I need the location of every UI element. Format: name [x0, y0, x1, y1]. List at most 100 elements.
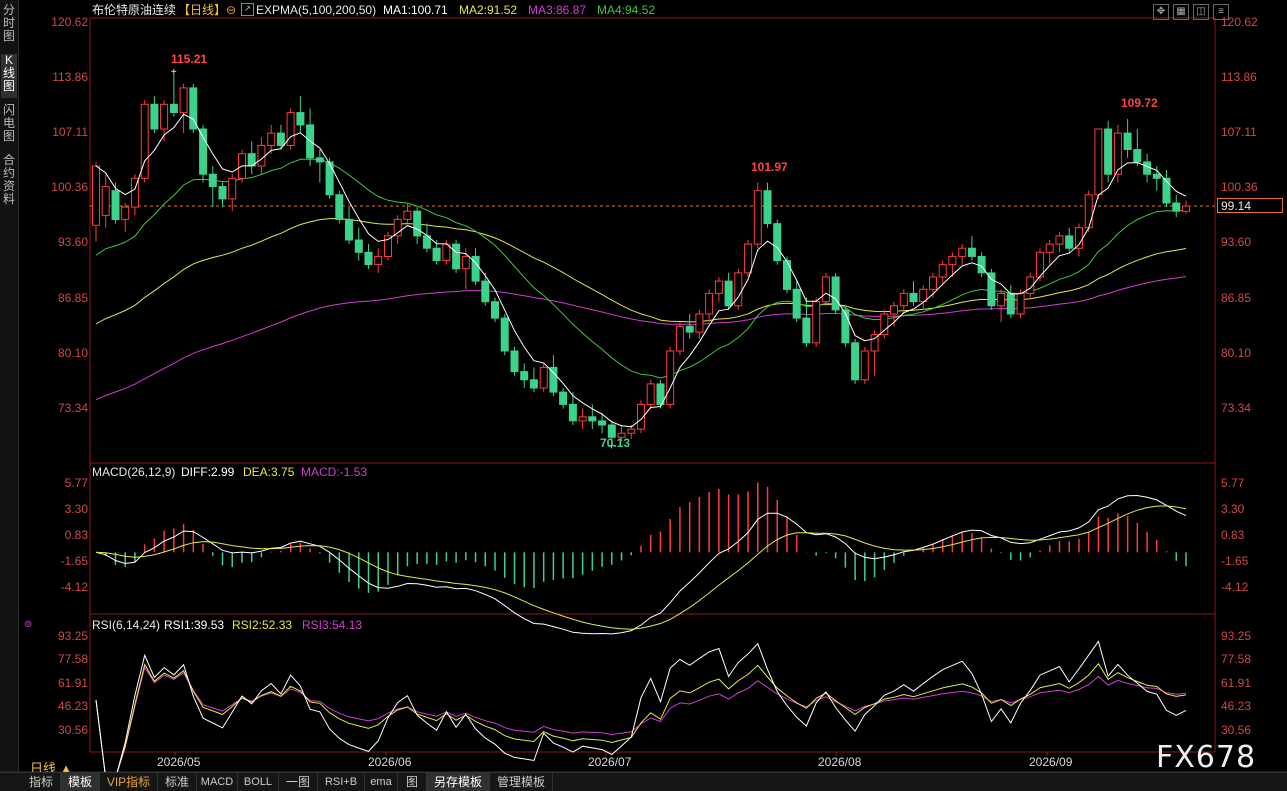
candle [529, 379, 538, 389]
price-axis-label: 93.60 [1221, 235, 1252, 250]
macd-axis-label: 3.30 [1221, 502, 1245, 516]
candle [705, 292, 714, 315]
price-axis-label: 120.62 [1221, 15, 1258, 29]
candle [675, 325, 684, 352]
macd-axis-label: 5.77 [1221, 476, 1245, 490]
ma3-label: MA3:86.87 [528, 3, 587, 17]
rsi2-label: RSI2:52.33 [232, 618, 293, 632]
tab-save-template[interactable]: 另存模板 [427, 773, 490, 791]
candle [121, 206, 130, 220]
candle [802, 317, 811, 344]
macd-axis-label: 3.30 [64, 502, 88, 516]
settings-icon[interactable]: ⊖ [226, 3, 236, 17]
price-axis-label: 80.10 [1221, 345, 1252, 360]
layout-icon[interactable]: ◫ [1193, 4, 1209, 20]
expma-label: EXPMA(5,100,200,50) [256, 3, 377, 17]
macd-axis-label: -4.12 [1221, 580, 1249, 594]
candle [909, 292, 918, 303]
macd-title: MACD(26,12,9) [92, 465, 176, 479]
candle [150, 103, 159, 130]
chart-canvas[interactable]: ++ [0, 0, 1287, 772]
peak-label-september: 109.72 [1121, 96, 1158, 110]
candle [821, 276, 830, 303]
candle [539, 366, 548, 389]
candle [958, 247, 967, 257]
ma2-label: MA2:91.52 [459, 3, 518, 17]
price-axis-label: 100.36 [1221, 180, 1258, 195]
candle [559, 391, 568, 405]
macd-dea: DEA:3.75 [243, 465, 295, 479]
peak-label-july: 101.97 [751, 160, 788, 174]
rsi-axis-label: 93.25 [57, 629, 88, 643]
rsi3-label: RSI3:54.13 [302, 618, 363, 632]
rsi1-label: RSI1:39.53 [164, 618, 225, 632]
candle [101, 186, 110, 216]
candle [1006, 292, 1015, 315]
date-label: 2026/09 [1029, 755, 1073, 769]
candle [724, 280, 733, 307]
candle [199, 128, 208, 175]
macd-axis-label: -4.12 [60, 580, 88, 594]
candle [228, 177, 237, 200]
candle [1172, 202, 1181, 212]
fit-icon[interactable]: ✥ [1153, 4, 1169, 20]
candle [773, 223, 782, 262]
rsi-axis-label: 77.58 [1221, 652, 1252, 667]
tab-ema[interactable]: ema [365, 773, 398, 791]
candle [345, 218, 353, 241]
rsi3-line [95, 666, 1187, 772]
tab-standard[interactable]: 标准 [158, 773, 197, 791]
price-axis-label: 80.10 [57, 345, 88, 360]
tab-chart[interactable]: 图 [398, 773, 427, 791]
candle [812, 301, 821, 344]
candle [364, 251, 373, 266]
price-axis-label: 120.62 [51, 15, 88, 29]
chart-type-icon[interactable]: ↗ [241, 3, 254, 16]
candle [744, 243, 753, 274]
tab-rsi-b[interactable]: RSI+B [318, 773, 365, 791]
price-axis-label: 107.11 [1221, 125, 1257, 140]
period-bracket[interactable]: 【日线】 [178, 3, 226, 17]
instrument-name: 布伦特原油连续 [92, 3, 177, 17]
watermark-logo: FX678 [1156, 740, 1257, 775]
candle [1182, 205, 1190, 212]
candle [588, 416, 597, 422]
high-marker: + [171, 67, 177, 78]
candle [851, 342, 860, 381]
candle [179, 87, 188, 114]
tab-manage-template[interactable]: 管理模板 [490, 773, 553, 791]
candle [413, 210, 422, 237]
price-axis-label: 100.36 [51, 180, 88, 195]
macd-diff-line [95, 494, 1187, 635]
candle [160, 103, 169, 130]
candle [578, 416, 587, 422]
tab-boll[interactable]: BOLL [238, 773, 279, 791]
candle [860, 350, 869, 381]
candle [899, 292, 908, 307]
candle [792, 288, 801, 319]
candle [1143, 161, 1152, 175]
candle [218, 186, 227, 200]
candle [452, 243, 461, 270]
rsi-axis-label: 30.56 [57, 722, 88, 737]
candle [666, 350, 675, 405]
tab-vip-indicator[interactable]: VIP指标 [100, 773, 158, 791]
candle [461, 255, 470, 270]
tab-indicator[interactable]: 指标 [22, 773, 61, 791]
bottom-tab-bar: 指标 模板 VIP指标 标准 MACD BOLL 一图 RSI+B ema 图 … [0, 772, 1287, 791]
tab-macd[interactable]: MACD [197, 773, 238, 791]
candle [938, 264, 947, 278]
rsi-axis-label: 46.23 [57, 699, 88, 714]
rsi-settings-icon[interactable]: ⊚ [24, 618, 32, 632]
rsi2-line [95, 662, 1187, 772]
candle [763, 190, 772, 225]
candle [1094, 128, 1103, 196]
candle [627, 428, 636, 434]
macd-axis-label: -1.65 [1221, 554, 1249, 568]
candle [1104, 128, 1113, 175]
price-axis-label: 73.34 [57, 400, 88, 415]
tab-one-chart[interactable]: 一图 [279, 773, 318, 791]
price-axis-label: 107.11 [52, 125, 88, 140]
grid-icon[interactable]: ▦ [1173, 4, 1189, 20]
tab-template[interactable]: 模板 [61, 773, 100, 791]
